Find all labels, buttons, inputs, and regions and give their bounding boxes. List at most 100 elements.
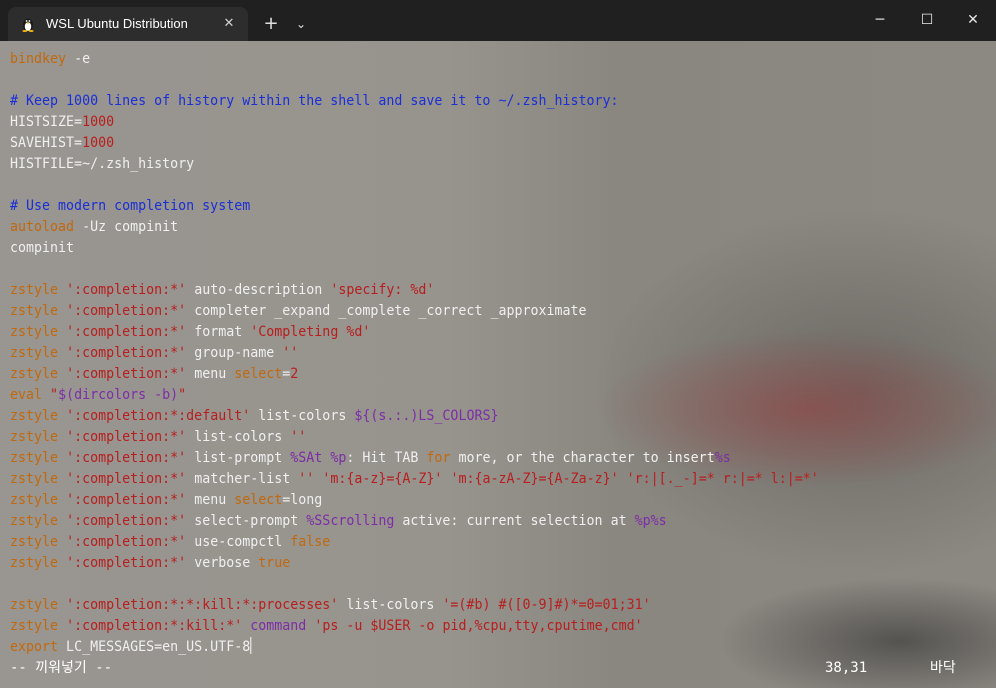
close-tab-icon[interactable]: ✕ <box>218 13 240 35</box>
code-token: " <box>50 387 59 403</box>
code-line: zstyle ':completion:*:kill:*' command 'p… <box>10 616 937 637</box>
code-token: ':completion:*' <box>66 555 187 571</box>
code-token: 'm:{a-z}={A-Z}' <box>322 471 443 487</box>
code-token: 2 <box>290 366 299 382</box>
code-token: menu <box>186 366 235 382</box>
code-token: zstyle <box>10 597 59 613</box>
code-token: $(dircolors -b) <box>58 387 179 403</box>
code-token: 1000 <box>82 135 115 151</box>
text-cursor <box>250 637 252 654</box>
code-token: zstyle <box>10 366 59 382</box>
code-token: zstyle <box>10 513 59 529</box>
new-tab-button[interactable]: + <box>258 11 284 37</box>
code-line: # Keep 1000 lines of history within the … <box>10 91 937 112</box>
code-line: zstyle ':completion:*' format 'Completin… <box>10 322 937 343</box>
code-token: group-name <box>186 345 283 361</box>
code-token: ':completion:*:kill:*' <box>66 618 243 634</box>
code-token: export <box>10 639 59 655</box>
code-token: HISTFILE=~/.zsh_history <box>10 156 195 172</box>
code-token: list-colors <box>186 429 291 445</box>
cursor-position: 38,31 <box>825 660 868 676</box>
code-line: zstyle ':completion:*' auto-description … <box>10 280 937 301</box>
code-token: zstyle <box>10 303 59 319</box>
code-token: ':completion:*' <box>66 534 187 550</box>
code-token: 'm:{a-zA-Z}={A-Za-z}' <box>450 471 619 487</box>
code-token: autoload <box>10 219 75 235</box>
scroll-position: 바닥 <box>930 660 956 676</box>
code-line: zstyle ':completion:*' menu select=long <box>10 490 937 511</box>
code-token: '' <box>282 345 299 361</box>
code-token: list-colors <box>250 408 355 424</box>
code-token: ':completion:*:*:kill:*:processes' <box>66 597 339 613</box>
code-token: auto-description <box>186 282 331 298</box>
code-token: 1000 <box>82 114 115 130</box>
code-token: '=(#b) #([0-9]#)*=0=01;31' <box>442 597 651 613</box>
code-token: ':completion:*' <box>66 324 187 340</box>
code-token: zstyle <box>10 618 59 634</box>
code-token: bindkey <box>10 51 67 67</box>
code-line: zstyle ':completion:*' list-prompt %SAt … <box>10 448 937 469</box>
code-token: zstyle <box>10 450 59 466</box>
code-token: %SAt %p <box>290 450 347 466</box>
code-line: zstyle ':completion:*:*:kill:*:processes… <box>10 595 937 616</box>
code-token: HISTSIZE= <box>10 114 83 130</box>
code-token: '' <box>290 429 307 445</box>
code-token: more, or the character to insert <box>450 450 715 466</box>
code-line: zstyle ':completion:*' group-name '' <box>10 343 937 364</box>
code-token: verbose <box>186 555 259 571</box>
code-token: completer _expand _complete _correct _ap… <box>186 303 587 319</box>
code-token: ':completion:*' <box>66 366 187 382</box>
code-line: HISTFILE=~/.zsh_history <box>10 154 937 175</box>
minimize-button[interactable]: ─ <box>856 0 904 41</box>
code-line: compinit <box>10 238 937 259</box>
code-line: export LC_MESSAGES=en_US.UTF-8 <box>10 637 937 658</box>
code-token: zstyle <box>10 324 59 340</box>
code-token: active: current selection at <box>394 513 635 529</box>
maximize-button[interactable]: ☐ <box>903 0 951 41</box>
code-token: %SScrolling <box>306 513 395 529</box>
code-token: ':completion:*' <box>66 513 187 529</box>
code-token: select <box>234 492 283 508</box>
code-token: 'r:|[._-]=* r:|=* l:|=*' <box>626 471 819 487</box>
close-window-button[interactable]: ✕ <box>949 0 996 41</box>
terminal-pane[interactable]: bindkey -e # Keep 1000 lines of history w… <box>0 41 996 688</box>
profile-dropdown-button[interactable]: ⌄ <box>288 11 314 37</box>
code-token: =long <box>282 492 323 508</box>
tab-wsl-ubuntu[interactable]: WSL Ubuntu Distribution ✕ <box>8 7 248 41</box>
code-token: ':completion:*:default' <box>66 408 251 424</box>
code-token: : Hit TAB <box>346 450 427 466</box>
title-bar: WSL Ubuntu Distribution ✕ + ⌄ ─ ☐ ✕ <box>0 0 996 41</box>
code-line: zstyle ':completion:*' list-colors '' <box>10 427 937 448</box>
code-line: # Use modern completion system <box>10 196 937 217</box>
code-token: 'ps -u $USER -o pid,%cpu,tty,cputime,cmd… <box>314 618 643 634</box>
editor-buffer[interactable]: bindkey -e # Keep 1000 lines of history w… <box>10 49 937 658</box>
code-token: true <box>258 555 291 571</box>
code-token: false <box>290 534 331 550</box>
code-line: zstyle ':completion:*' matcher-list '' '… <box>10 469 937 490</box>
code-token: zstyle <box>10 555 59 571</box>
code-token: compinit <box>10 240 75 256</box>
code-line: bindkey -e <box>10 49 937 70</box>
code-token: list-colors <box>338 597 443 613</box>
code-token: ':completion:*' <box>66 303 187 319</box>
code-line: autoload -Uz compinit <box>10 217 937 238</box>
